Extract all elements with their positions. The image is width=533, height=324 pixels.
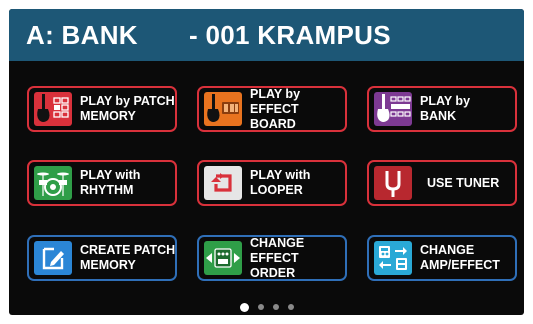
patch-name[interactable]: - 001 KRAMPUS — [189, 18, 391, 52]
use-tuner-button[interactable]: USE TUNER — [367, 160, 517, 206]
guitar-effect-board-icon — [204, 92, 242, 126]
change-effect-order-button[interactable]: CHANGE EFFECT ORDER — [197, 235, 347, 281]
guitar-bank-icon — [374, 92, 412, 126]
bank-label[interactable]: A: BANK — [26, 18, 138, 52]
menu-label: CHANGE EFFECT ORDER — [250, 235, 305, 280]
menu-label: PLAY by PATCH MEMORY — [80, 94, 175, 123]
menu-label: PLAY by BANK — [420, 94, 471, 123]
page-indicator[interactable] — [9, 302, 524, 312]
play-with-looper-button[interactable]: PLAY with LOOPER — [197, 160, 347, 206]
drum-kit-icon — [34, 166, 72, 200]
amp-effect-swap-icon — [374, 241, 412, 275]
play-by-bank-button[interactable]: PLAY by BANK — [367, 86, 517, 132]
looper-icon — [204, 166, 242, 200]
menu-label: CHANGE AMP/EFFECT — [420, 243, 500, 272]
play-by-patch-memory-button[interactable]: PLAY by PATCH MEMORY — [27, 86, 177, 132]
effect-order-icon — [204, 241, 242, 275]
page-dot[interactable] — [287, 304, 294, 310]
change-amp-effect-button[interactable]: CHANGE AMP/EFFECT — [367, 235, 517, 281]
tuning-fork-icon — [374, 166, 412, 200]
page-dot[interactable] — [272, 304, 279, 310]
menu-label: CREATE PATCH MEMORY — [80, 243, 176, 272]
screen: A: BANK - 001 KRAMPUS PLAY by PATCH MEMO… — [9, 9, 524, 315]
menu-label: USE TUNER — [427, 175, 500, 190]
menu-label: PLAY by EFFECT BOARD — [250, 86, 301, 131]
menu-label: PLAY with LOOPER — [250, 168, 311, 197]
page-dot[interactable] — [257, 304, 264, 310]
page-dot-active[interactable] — [239, 302, 249, 312]
header-bar: A: BANK - 001 KRAMPUS — [9, 9, 524, 61]
guitar-patch-memory-icon — [34, 92, 72, 126]
create-patch-memory-button[interactable]: CREATE PATCH MEMORY — [27, 235, 177, 281]
edit-pencil-icon — [34, 241, 72, 275]
menu-label: PLAY with RHYTHM — [80, 168, 141, 197]
play-with-rhythm-button[interactable]: PLAY with RHYTHM — [27, 160, 177, 206]
play-by-effect-board-button[interactable]: PLAY by EFFECT BOARD — [197, 86, 347, 132]
